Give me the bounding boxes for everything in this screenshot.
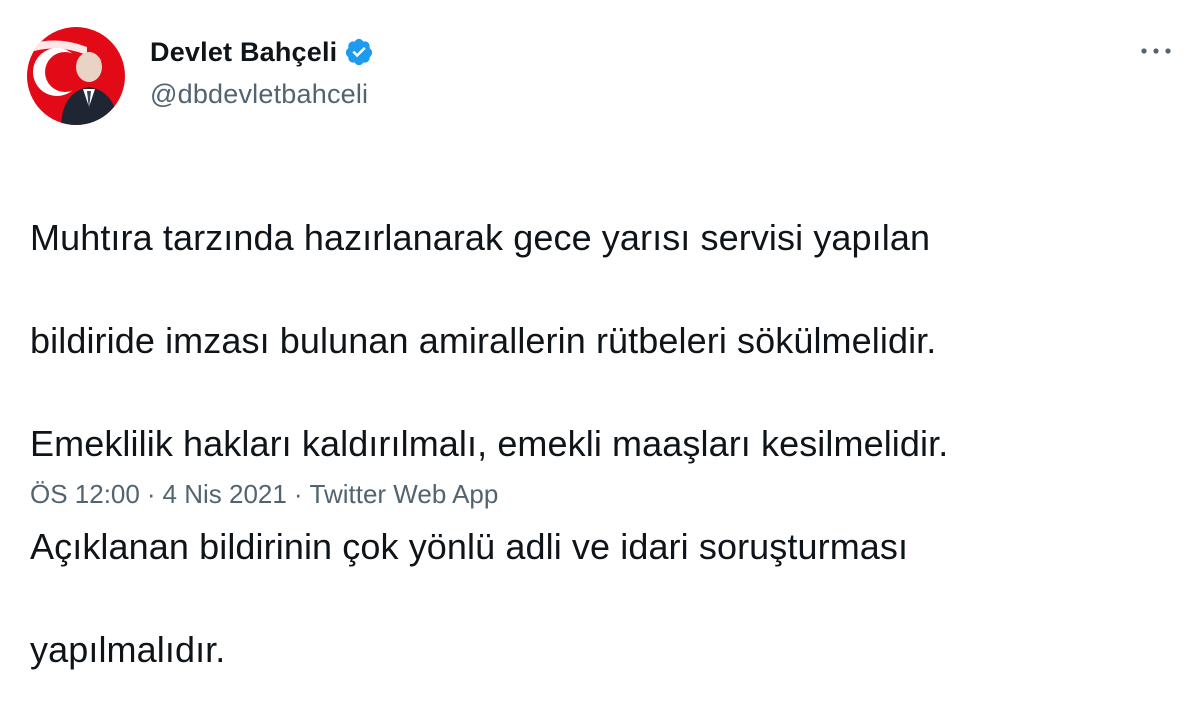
tweet-text-line: bildiride imzası bulunan amirallerin rüt… (30, 319, 937, 361)
avatar[interactable] (27, 27, 125, 125)
tweet-time[interactable]: ÖS 12:00 (30, 478, 140, 510)
tweet-text-line: Açıklanan bildirinin çok yönlü adli ve i… (30, 525, 909, 567)
more-options-icon[interactable] (1138, 38, 1174, 64)
author-name-text: Devlet Bahçeli (150, 37, 338, 67)
tweet-text-line: Muhtıra tarzında hazırlanarak gece yarıs… (30, 216, 931, 258)
author-handle[interactable]: @dbdevletbahceli (150, 78, 368, 110)
tweet-meta: ÖS 12:00 · 4 Nis 2021 · Twitter Web App (30, 478, 498, 510)
tweet-text-line: Emeklilik hakları kaldırılmalı, emekli m… (30, 422, 949, 464)
author-name[interactable]: Devlet Bahçeli (150, 36, 374, 68)
avatar-image (27, 27, 125, 125)
verified-badge-icon (346, 38, 373, 66)
tweet-card: Devlet Bahçeli @dbdevletbahceli Muhtıra … (0, 0, 1200, 670)
meta-separator: · (146, 479, 156, 509)
meta-separator: · (293, 479, 303, 509)
tweet-date[interactable]: 4 Nis 2021 (163, 478, 287, 510)
tweet-text-line: yapılmalıdır. (30, 628, 226, 670)
tweet-text: Muhtıra tarzında hazırlanarak gece yarıs… (30, 160, 1180, 727)
tweet-source[interactable]: Twitter Web App (310, 478, 499, 510)
